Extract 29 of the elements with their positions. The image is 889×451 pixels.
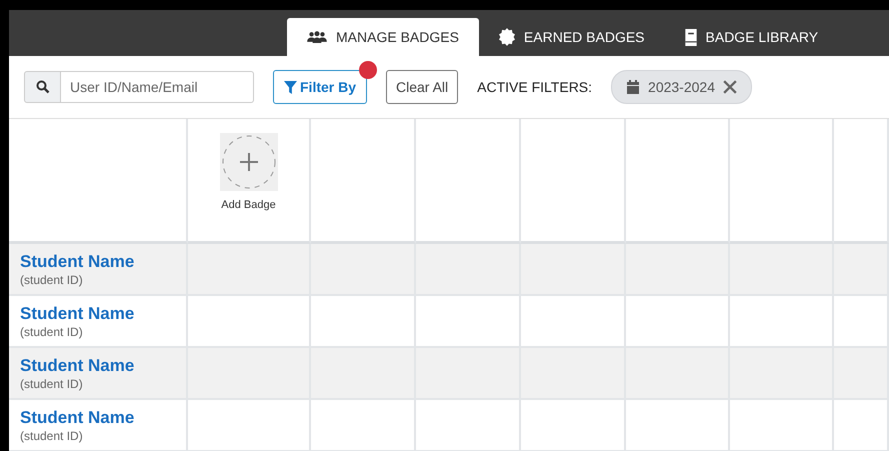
badge-icon	[498, 28, 515, 46]
filter-icon	[284, 80, 297, 94]
filter-button[interactable]: Filter By	[273, 70, 368, 104]
student-id: (student ID)	[20, 377, 84, 391]
tab[interactable]: MANAGE BADGES	[287, 18, 479, 56]
calendar-icon	[626, 80, 640, 94]
student-name-link[interactable]: Student Name	[20, 252, 186, 272]
grid-cell	[834, 244, 889, 296]
add-badge-button[interactable]: Add Badge	[220, 133, 278, 211]
grid-cell	[834, 400, 889, 451]
filter-label: 2023-2024	[648, 79, 715, 95]
student-name-link[interactable]: Student Name	[20, 304, 186, 324]
active-filters-label: ACTIVE FILTERS:	[477, 79, 592, 95]
people-icon	[307, 31, 327, 43]
student-name-link[interactable]: Student Name	[20, 408, 186, 428]
search-button[interactable]	[24, 71, 61, 103]
clear-all-button[interactable]: Clear All	[386, 70, 458, 104]
add-badge-icon	[220, 133, 278, 191]
book-icon	[684, 28, 697, 46]
student-name-link[interactable]: Student Name	[20, 356, 186, 376]
grid-cell	[834, 348, 889, 400]
student-id: (student ID)	[20, 273, 84, 287]
close-icon[interactable]	[722, 80, 737, 94]
student-id: (student ID)	[20, 325, 84, 339]
student-id: (student ID)	[20, 429, 84, 443]
search-icon	[36, 80, 50, 94]
tab[interactable]: BADGE LIBRARY	[664, 18, 838, 56]
tab[interactable]: EARNED BADGES	[478, 18, 665, 56]
search-field[interactable]: User ID/Name/Email	[61, 71, 254, 103]
